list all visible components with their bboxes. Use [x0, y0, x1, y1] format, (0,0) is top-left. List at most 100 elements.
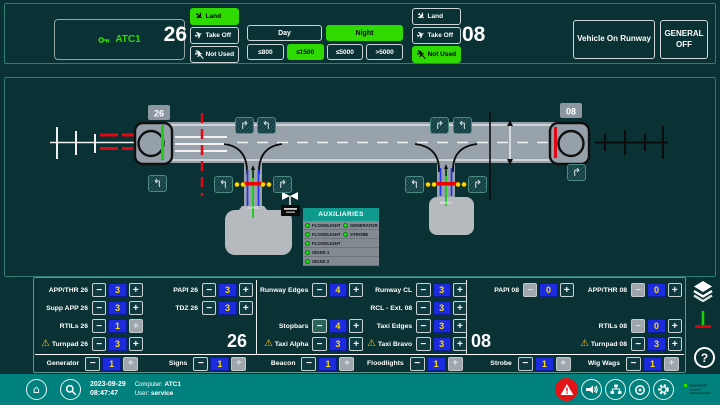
mode-land-button[interactable]: ✈Land — [190, 8, 239, 25]
stepper-minus-button[interactable]: − — [312, 283, 326, 297]
stepper-minus-button[interactable]: − — [202, 283, 216, 297]
stepper: −4+ — [312, 319, 363, 333]
stepper-minus-button[interactable]: − — [92, 283, 106, 297]
brightness-1500-button[interactable]: ≤1500 — [287, 44, 324, 60]
general-off-button[interactable]: GENERAL OFF — [660, 20, 708, 59]
stepper-plus-button: + — [339, 357, 354, 371]
stepper-plus-button[interactable]: + — [129, 301, 143, 315]
approach-lights-08 — [595, 126, 668, 159]
brightness-5000-button[interactable]: ≤5000 — [327, 44, 364, 60]
stepper-plus-button[interactable]: + — [453, 319, 467, 333]
turn-right-icon: ↱ — [278, 179, 287, 190]
vehicle-on-runway-button[interactable]: Vehicle On Runway — [573, 20, 655, 59]
stepper-plus-button[interactable]: + — [668, 283, 682, 297]
turn-right-button[interactable]: ↱ — [273, 176, 292, 193]
aux-label: SIGNS 1 — [312, 250, 329, 255]
stepper: −3+ — [416, 283, 467, 297]
runway — [157, 122, 568, 163]
mode-take-off-button[interactable]: ✈Take Off — [190, 27, 239, 44]
stepper-value: 3 — [108, 337, 126, 351]
mode-not-used-button[interactable]: ✈Not Used — [412, 46, 461, 63]
mode-land-button[interactable]: ✈Land — [412, 8, 461, 25]
stepper-plus-button[interactable]: + — [349, 337, 363, 351]
datetime-block: 2023-09-29 08:47:47 — [90, 381, 126, 399]
turn-right-icon: ↱ — [572, 167, 581, 178]
turn-left-button[interactable]: ↰ — [257, 117, 276, 134]
runway-26-mode-buttons: ✈Land ✈Take Off ✈Not Used — [190, 8, 239, 63]
stepper-label: APP/THR 26 — [37, 287, 88, 294]
stepper-plus-button[interactable]: + — [668, 319, 682, 333]
utility-control: Signs−1+ — [143, 357, 251, 371]
turn-left-button[interactable]: ↰ — [148, 175, 167, 192]
utility-control: Beacon−1+ — [251, 357, 359, 371]
brightness-5000-button[interactable]: >5000 — [366, 44, 403, 60]
alarm-silence-button[interactable] — [581, 379, 602, 400]
stepper-minus-button[interactable]: − — [416, 319, 430, 333]
stepper-minus-button[interactable]: − — [416, 337, 430, 351]
turn-right-button[interactable]: ↱ — [468, 176, 487, 193]
stepper-minus-button[interactable]: − — [631, 337, 645, 351]
stepper-minus-button[interactable]: − — [202, 301, 216, 315]
stepper-plus-button[interactable]: + — [668, 337, 682, 351]
wigwag-light — [432, 182, 437, 187]
stepper-minus-button[interactable]: − — [193, 357, 208, 371]
turn-left-button[interactable]: ↰ — [453, 117, 472, 134]
stepper-label-text: Floodlights — [367, 360, 404, 367]
stepper-minus-button[interactable]: − — [85, 357, 100, 371]
stepper-plus-button[interactable]: + — [239, 283, 253, 297]
aux-label: GENERATOR — [350, 223, 378, 228]
stepper-minus-button[interactable]: − — [92, 337, 106, 351]
stepper-minus-button[interactable]: − — [410, 357, 425, 371]
day-button[interactable]: Day — [247, 25, 322, 41]
stepper-plus-button[interactable]: + — [453, 337, 467, 351]
stepper-minus-button[interactable]: − — [416, 283, 430, 297]
stepper-minus-button[interactable]: − — [301, 357, 316, 371]
aux-status-row — [341, 239, 379, 248]
group-08-number: 08 — [471, 331, 491, 352]
stepper-plus-button[interactable]: + — [239, 301, 253, 315]
layers-icon[interactable] — [690, 280, 716, 302]
stepper-plus-button[interactable]: + — [453, 283, 467, 297]
turn-right-icon: ↱ — [435, 120, 444, 131]
stepper-minus-button[interactable]: − — [92, 319, 106, 333]
stepper-minus-button[interactable]: − — [626, 357, 641, 371]
search-button[interactable] — [60, 379, 81, 400]
turn-left-button[interactable]: ↰ — [214, 176, 233, 193]
stepper-plus-button[interactable]: + — [349, 283, 363, 297]
stepper-plus-button[interactable]: + — [129, 283, 143, 297]
stepper-plus-button[interactable]: + — [560, 283, 574, 297]
help-button[interactable]: ? — [694, 347, 715, 368]
turn-right-button[interactable]: ↱ — [567, 164, 586, 181]
stepper-minus-button[interactable]: − — [92, 301, 106, 315]
mode-take-off-button[interactable]: ✈Take Off — [412, 27, 461, 44]
target-status-button[interactable] — [629, 379, 650, 400]
turn-right-icon: ↱ — [473, 179, 482, 190]
stepper-value: 1 — [643, 357, 662, 371]
computer-label: Computer: — [135, 382, 163, 388]
stepper-minus-button[interactable]: − — [518, 357, 533, 371]
stepper-plus-button[interactable]: + — [453, 301, 467, 315]
network-topology-button[interactable] — [605, 379, 626, 400]
mode-not-used-button[interactable]: ✈Not Used — [190, 46, 239, 63]
stepper-plus-button[interactable]: + — [349, 319, 363, 333]
stepper-plus-button[interactable]: + — [129, 337, 143, 351]
night-button[interactable]: Night — [326, 25, 403, 41]
stepper-label: RTILs 26 — [37, 323, 88, 330]
turn-right-button[interactable]: ↱ — [235, 117, 254, 134]
mode-label: Not Used — [428, 51, 457, 58]
stepper-minus-button[interactable]: − — [416, 301, 430, 315]
turn-right-button[interactable]: ↱ — [430, 117, 449, 134]
stepper-plus-button: + — [556, 357, 571, 371]
stepper-label-text: Beacon — [271, 360, 296, 367]
stepper-minus-button[interactable]: − — [312, 337, 326, 351]
stepper-minus-button: − — [631, 319, 645, 333]
active-alarm-button[interactable] — [555, 378, 578, 401]
home-button[interactable]: ⌂ — [26, 379, 47, 400]
turn-left-button[interactable]: ↰ — [405, 176, 424, 193]
search-icon — [65, 384, 77, 396]
brightness-800-button[interactable]: ≤800 — [247, 44, 284, 60]
settings-button[interactable] — [653, 379, 674, 400]
warning-icon: ⚠ — [580, 339, 589, 349]
runway-threshold-icon[interactable] — [690, 309, 716, 331]
stepper-minus-button[interactable]: − — [312, 319, 326, 333]
